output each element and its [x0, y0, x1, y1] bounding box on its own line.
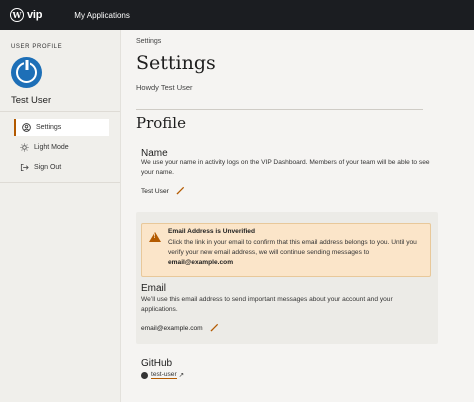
user-circle-icon: [21, 123, 31, 133]
github-heading: GitHub: [141, 358, 173, 369]
sidebar-item-light-mode[interactable]: Light Mode: [14, 139, 109, 156]
warning-icon: !: [149, 232, 161, 242]
section-title: Profile: [136, 114, 186, 132]
notice-title: Email Address is Unverified: [168, 228, 255, 235]
sidebar-section-label: USER PROFILE: [11, 44, 63, 50]
github-icon: [141, 371, 148, 379]
notice-email: email@example.com: [168, 259, 234, 266]
top-bar: W vip My Applications: [0, 0, 474, 30]
email-section: ! Email Address is Unverified Click the …: [136, 212, 438, 344]
breadcrumb[interactable]: Settings: [136, 38, 161, 45]
github-profile-link[interactable]: test-user ↗: [141, 371, 184, 379]
email-value-row: email@example.com: [141, 323, 219, 334]
avatar: [11, 57, 42, 88]
sidebar-username: Test User: [11, 95, 52, 106]
wordpress-logo-icon: W: [10, 8, 24, 22]
name-value-row: Test User: [141, 186, 185, 197]
sun-icon: [19, 143, 29, 153]
notice-text: Click the link in your email to confirm …: [168, 238, 423, 268]
github-username: test-user: [151, 371, 177, 379]
name-value: Test User: [141, 188, 169, 195]
sidebar-item-label: Settings: [36, 124, 62, 131]
name-description: We use your name in activity logs on the…: [141, 159, 430, 176]
sidebar-item-label: Light Mode: [34, 144, 69, 151]
edit-name-pencil-icon[interactable]: [176, 186, 185, 197]
main-content: Settings Settings Howdy Test User Profil…: [121, 30, 474, 402]
sidebar: USER PROFILE Test User Settings Light Mo…: [0, 30, 121, 402]
divider: [136, 109, 423, 110]
sidebar-item-settings[interactable]: Settings: [14, 119, 109, 136]
unverified-email-notice: ! Email Address is Unverified Click the …: [141, 223, 431, 277]
email-description: We’ll use this email address to send imp…: [141, 296, 393, 313]
sidebar-divider: [0, 111, 120, 112]
power-icon: [16, 62, 37, 83]
sidebar-item-label: Sign Out: [34, 164, 62, 171]
sidebar-divider: [0, 182, 120, 183]
sign-out-icon: [19, 163, 29, 173]
external-link-icon: ↗: [178, 372, 185, 379]
vip-logo[interactable]: W vip: [10, 8, 43, 22]
greeting: Howdy Test User: [136, 83, 193, 92]
email-heading: Email: [141, 283, 167, 294]
edit-email-pencil-icon[interactable]: [210, 323, 219, 334]
my-applications-link[interactable]: My Applications: [74, 11, 130, 20]
logo-text: vip: [27, 9, 43, 21]
notice-body: Click the link in your email to confirm …: [168, 239, 417, 256]
sidebar-item-sign-out[interactable]: Sign Out: [14, 159, 109, 176]
email-value: email@example.com: [141, 325, 203, 332]
page-title: Settings: [136, 52, 216, 74]
